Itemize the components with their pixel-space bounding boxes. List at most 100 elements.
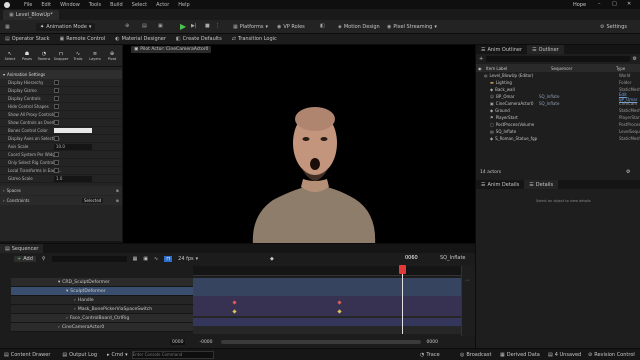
tool-snapper[interactable]: ⊓ Snapper — [53, 51, 69, 61]
tool-poses[interactable]: ☗ Poses — [19, 51, 35, 61]
menu-file[interactable]: File — [24, 2, 32, 8]
console-input[interactable] — [131, 350, 214, 359]
axis-scale-field[interactable]: 10.0 — [54, 143, 92, 150]
trace-button[interactable]: ◔ Trace — [420, 352, 440, 358]
playhead-handle[interactable] — [399, 265, 406, 274]
track-row[interactable]: ▾ CRD_SculptDeformer — [11, 278, 193, 287]
spaces-section[interactable]: › Spaces ⊕ — [0, 186, 122, 195]
menu-edit[interactable]: Edit — [41, 2, 51, 8]
tool-select[interactable]: ↖ Select — [2, 51, 18, 61]
track-row[interactable]: › Handle — [11, 296, 193, 305]
timeline-scrollbar[interactable] — [220, 340, 421, 344]
tab-outliner[interactable]: ☰ Outliner — [527, 45, 564, 54]
tab-anim-outliner[interactable]: ☰ Anim Outliner — [476, 45, 527, 54]
tree-row[interactable]: ◍ Level_BlowUp (Editor) World — [476, 72, 640, 79]
sequencer-tab[interactable]: ▤ Sequencer — [0, 244, 44, 253]
sequencer-column-header[interactable]: Sequencer — [551, 66, 572, 71]
content-drawer-button[interactable]: ▤ Content Drawer — [4, 352, 50, 358]
menu-actor[interactable]: Actor — [156, 2, 169, 8]
tab-anim-details[interactable]: ☰ Anim Details — [476, 180, 524, 189]
add-space-icon[interactable]: ⊕ — [116, 188, 119, 193]
track-search-input[interactable] — [51, 255, 127, 262]
local-transforms-checkbox[interactable] — [54, 168, 59, 173]
tree-row[interactable]: ◆ Ground StaticMesh — [476, 107, 640, 114]
menu-window[interactable]: Window — [60, 2, 80, 8]
tree-row[interactable]: ▤SQ_Inflate LevelSequence — [476, 128, 640, 135]
show-controls-overlay-checkbox[interactable] — [54, 120, 59, 125]
menu-help[interactable]: Help — [178, 2, 189, 8]
dmx-icon[interactable]: ◧ — [320, 23, 325, 29]
timeline-area[interactable] — [193, 278, 461, 334]
play-options-icon[interactable]: ⋮ — [215, 23, 220, 29]
broadcast-button[interactable]: ◎ Broadcast — [460, 352, 491, 358]
playhead[interactable] — [402, 266, 403, 334]
end-frame-field[interactable]: 0000 — [427, 340, 438, 345]
only-select-rig-checkbox[interactable] — [54, 160, 59, 165]
save-icon[interactable]: ▦ — [5, 24, 10, 30]
anim-settings-header[interactable]: ▾ Animation Settings — [0, 70, 122, 79]
derived-data-button[interactable]: ▦ Derived Data — [500, 352, 540, 358]
vp-roles-button[interactable]: ◉ VP Roles — [277, 24, 305, 30]
remote-control-button[interactable]: ▣ Remote Control — [60, 36, 106, 42]
material-designer-button[interactable]: ◐ Material Designer — [115, 36, 166, 42]
timeline-ruler[interactable] — [193, 266, 461, 276]
step-icon[interactable]: ▶| — [191, 23, 197, 29]
track-row[interactable]: › Mask_BonePickerViaSpaceSwitch — [11, 305, 193, 314]
play-icon[interactable]: ▶ — [180, 22, 186, 31]
tree-row[interactable]: ☺ BP_Omar SQ_Inflate Edit BP_Omar — [476, 92, 640, 102]
track-row[interactable]: › CineCameraActor0 — [11, 323, 193, 332]
display-hierarchy-checkbox[interactable] — [54, 80, 59, 85]
menu-select[interactable]: Select — [132, 2, 147, 8]
type-column-header[interactable]: Type — [616, 66, 625, 71]
output-log-button[interactable]: ▤ Output Log — [62, 352, 97, 358]
snap-icon[interactable]: ⊓ — [164, 255, 173, 262]
add-constraint-icon[interactable]: ⊕ — [116, 198, 119, 203]
stop-icon[interactable]: ■ — [205, 23, 210, 29]
track-row[interactable]: ▾ SculptDeformer — [11, 287, 193, 296]
tree-row[interactable]: ⚑ PlayerStart PlayerStart — [476, 114, 640, 121]
gizmo-scale-field[interactable]: 1.0 — [54, 175, 92, 182]
add-track-button[interactable]: + Add — [14, 255, 36, 262]
search-input[interactable] — [486, 56, 630, 62]
key-icon[interactable]: ◆ — [270, 256, 274, 262]
display-gizmo-checkbox[interactable] — [54, 88, 59, 93]
coord-system-checkbox[interactable] — [54, 152, 59, 157]
start-frame-field[interactable]: 0000 — [170, 339, 186, 345]
tool-layers[interactable]: ≡ Layers — [87, 51, 103, 61]
add-filter-icon[interactable]: + — [479, 56, 483, 62]
unsaved-button[interactable]: ▤ 4 Unsaved — [548, 352, 581, 358]
level-tab[interactable]: ▣ Level_BlowUp* — [3, 10, 59, 20]
filter-icon[interactable]: ⚲ — [42, 256, 46, 262]
tree-row[interactable]: ◆ Back_wall StaticMesh — [476, 86, 640, 93]
display-axes-checkbox[interactable] — [54, 136, 59, 141]
operator-stack-button[interactable]: ▤ Operator Stack — [5, 36, 50, 42]
selection-sidebar[interactable]: ⋮ — [461, 266, 475, 336]
tree-row[interactable]: ▢PostProcessVolume PostProcess — [476, 121, 640, 128]
platforms-button[interactable]: ▦ Platforms ▾ — [233, 24, 268, 30]
close-icon[interactable]: ✕ — [627, 1, 631, 7]
display-controls-checkbox[interactable] — [54, 96, 59, 101]
add-actor-icon[interactable]: ⊕ — [125, 23, 129, 29]
selected-dropdown[interactable]: Selected — [82, 198, 104, 203]
range-start-field[interactable]: -0000 — [199, 340, 212, 345]
camera-lock-icon[interactable]: ▣ — [143, 256, 148, 262]
tool-tweens[interactable]: ◔ Tweens — [36, 51, 52, 61]
save-icon[interactable]: ▦ — [133, 256, 138, 262]
tool-pivot[interactable]: ⊕ Pivot — [104, 51, 120, 61]
tree-row[interactable]: ▬ Lighting Folder — [476, 79, 640, 86]
hide-control-shapes-checkbox[interactable] — [54, 104, 59, 109]
revision-control-button[interactable]: ⊘ Revision Control — [588, 352, 635, 358]
level-viewport[interactable]: ▣ Pilot Actor: CineCameraActor0 — [123, 45, 475, 243]
transition-logic-button[interactable]: ⇄ Transition Logic — [232, 36, 277, 42]
tool-trails[interactable]: ∿ Trails — [70, 51, 86, 61]
menu-build[interactable]: Build — [110, 2, 123, 8]
menu-tools[interactable]: Tools — [89, 2, 101, 8]
mode-selector[interactable]: ✦ Animation Mode ▾ — [36, 23, 96, 31]
curves-icon[interactable]: ∿ — [154, 256, 158, 262]
tree-row[interactable]: ◆ S_Roman_Statue_fgp StaticMesh — [476, 135, 640, 142]
tree-row[interactable]: ▣ CineCameraActor0 SQ_Inflate CineCam — [476, 100, 640, 107]
track-row[interactable]: › Face_ControlBoard_CtrlRig — [11, 314, 193, 323]
show-all-proxy-checkbox[interactable] — [54, 112, 59, 117]
outliner-settings-footer-icon[interactable]: ⚙ — [626, 169, 630, 175]
cinematics-icon[interactable]: ▣ — [158, 23, 163, 29]
